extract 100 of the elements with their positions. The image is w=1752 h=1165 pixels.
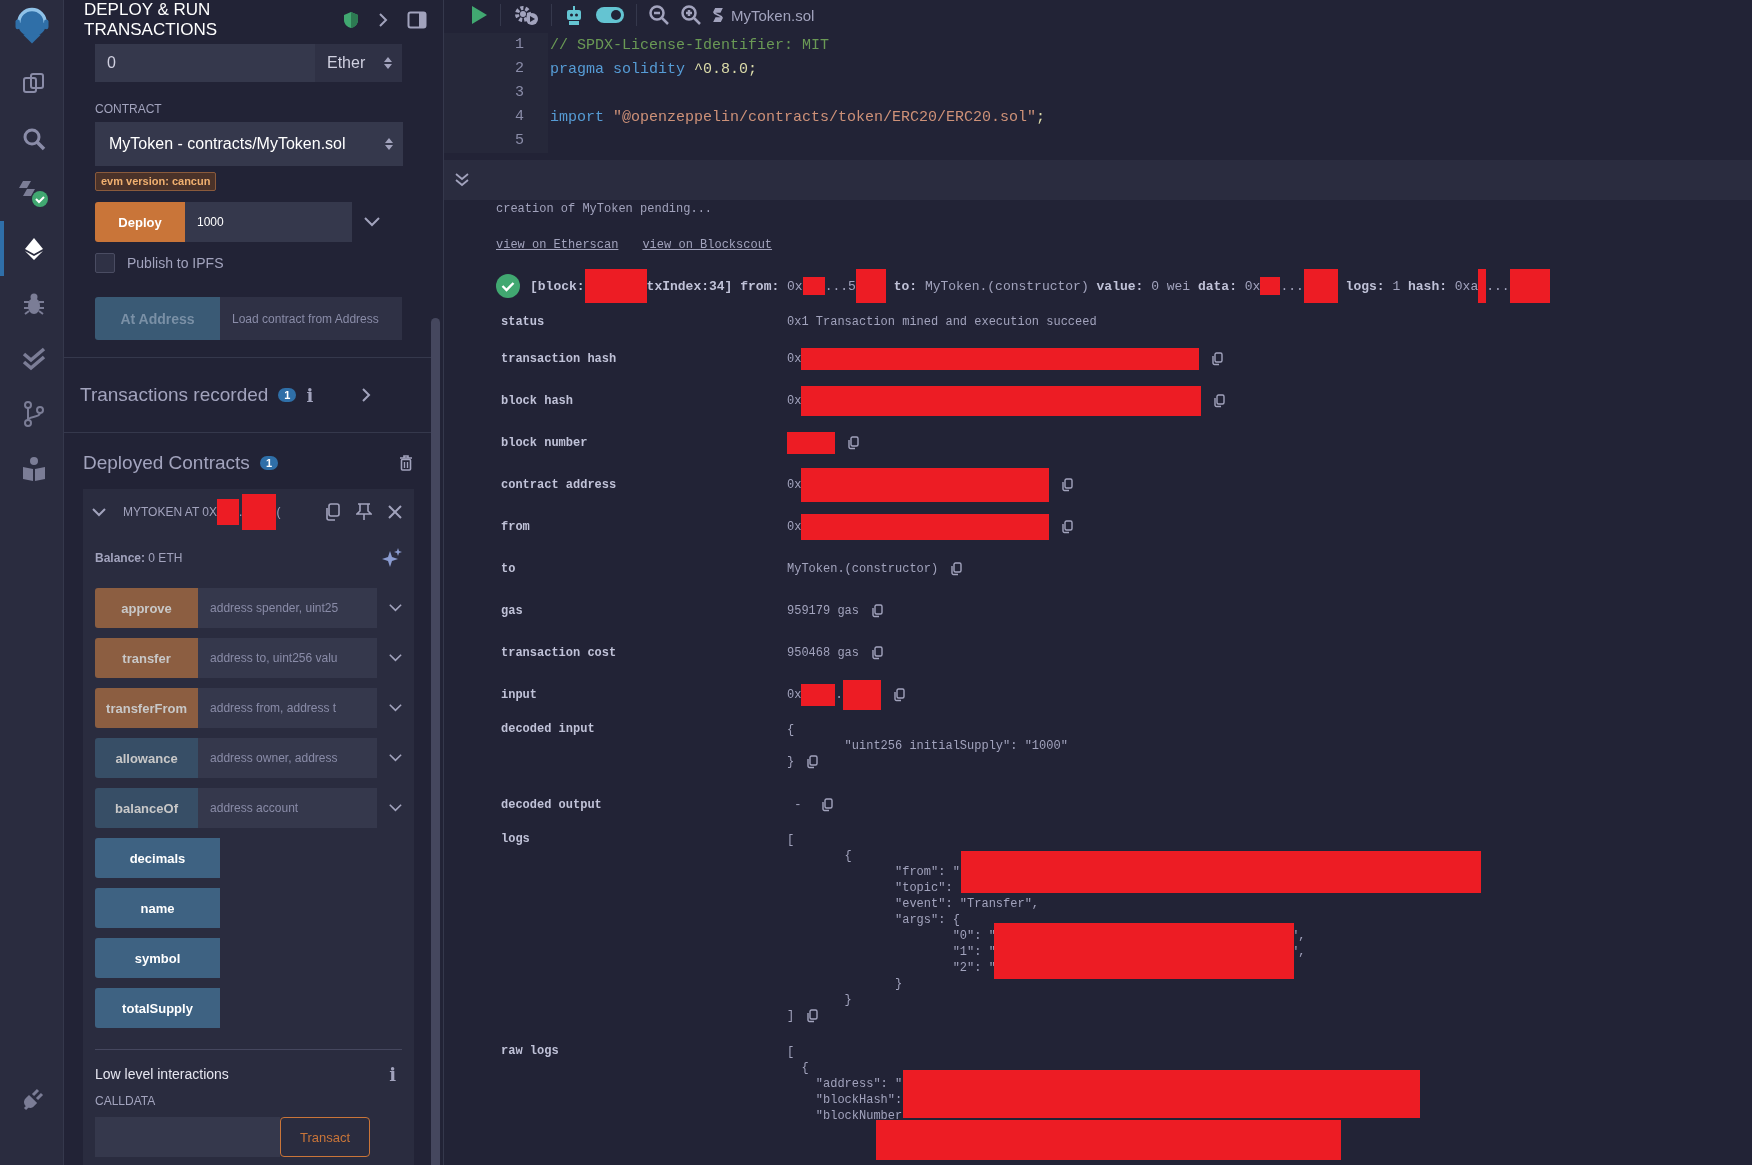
redaction-mark xyxy=(842,680,881,710)
unit-select[interactable]: Ether xyxy=(315,44,402,82)
redaction-mark xyxy=(1303,269,1338,303)
info-icon[interactable]: i xyxy=(389,1063,396,1085)
double-chevron-down-icon[interactable] xyxy=(454,172,470,188)
chevron-down-icon[interactable] xyxy=(389,703,402,713)
close-icon[interactable] xyxy=(388,505,402,519)
log-text: 0x xyxy=(1243,278,1261,294)
redaction-mark xyxy=(802,277,825,295)
copy-icon[interactable] xyxy=(806,755,819,769)
field-label: to xyxy=(501,562,517,576)
file-tab[interactable]: MyToken.sol xyxy=(713,6,815,24)
scrollbar[interactable] xyxy=(431,318,440,1165)
function-button[interactable]: approve xyxy=(95,588,199,628)
redaction-mark xyxy=(1509,269,1550,303)
copy-icon[interactable] xyxy=(1213,394,1226,408)
json-line: } xyxy=(787,755,795,769)
chevron-down-icon[interactable] xyxy=(389,803,402,813)
copy-icon[interactable] xyxy=(1211,352,1224,366)
value-field[interactable]: 0 xyxy=(95,44,315,82)
explorer-link[interactable]: view on Blockscout xyxy=(642,238,773,252)
json-line: "2": " xyxy=(951,961,996,975)
panel-toggle-icon[interactable] xyxy=(407,11,427,29)
field-value: - xyxy=(793,798,803,812)
chevron-down-icon[interactable] xyxy=(389,653,402,663)
pin-icon[interactable] xyxy=(356,503,372,521)
chevron-right-icon[interactable] xyxy=(361,387,371,403)
function-button[interactable]: totalSupply xyxy=(95,988,220,1028)
log-text: 1 xyxy=(1391,278,1402,294)
sort-icon xyxy=(385,138,393,150)
copy-icon[interactable] xyxy=(871,604,883,618)
toggle-switch[interactable] xyxy=(596,7,624,23)
count-badge: 1 xyxy=(259,456,278,470)
transact-button[interactable]: Transact xyxy=(280,1117,370,1157)
copy-icon[interactable] xyxy=(806,1009,819,1023)
zoom-out-icon[interactable] xyxy=(649,5,669,25)
field-value: . xyxy=(835,688,843,702)
copy-icon[interactable] xyxy=(820,798,833,812)
json-line: "blockNumber xyxy=(814,1109,903,1123)
log-text: 0x xyxy=(786,278,803,294)
field-label: transaction hash xyxy=(501,352,618,366)
json-line: { xyxy=(843,849,852,863)
arguments-input[interactable]: address spender, uint25 xyxy=(198,588,378,628)
copy-icon[interactable] xyxy=(847,436,859,450)
arguments-input[interactable]: address account xyxy=(198,788,378,828)
function-button[interactable]: decimals xyxy=(95,838,220,878)
robot-icon[interactable] xyxy=(564,5,584,25)
field-value: 0x xyxy=(787,394,802,408)
copy-icon[interactable] xyxy=(1061,478,1074,492)
arguments-input[interactable]: address to, uint256 valu xyxy=(198,638,378,678)
log-text: from: xyxy=(739,278,780,294)
copy-icon[interactable] xyxy=(950,562,963,576)
field-label: gas xyxy=(501,604,524,618)
deploy-button[interactable]: Deploy xyxy=(95,202,185,242)
field-value: 0x xyxy=(787,478,802,492)
chevron-right-icon[interactable] xyxy=(377,12,389,28)
arguments-input[interactable]: address owner, address xyxy=(198,738,378,778)
function-button[interactable]: transferFrom xyxy=(95,688,199,728)
sparkle-icon[interactable] xyxy=(382,548,402,568)
book-reader-icon xyxy=(20,455,47,482)
function-button[interactable]: balanceOf xyxy=(95,788,199,828)
redaction-mark xyxy=(1478,269,1487,303)
json-line: "from": " xyxy=(894,865,960,879)
chevron-down-icon[interactable] xyxy=(364,217,380,227)
code-line: import "@openzeppelin/contracts/token/ERC20/ERC20.sol"; xyxy=(549,108,1046,126)
log-text: creation of MyToken pending... xyxy=(496,202,713,216)
contract-select[interactable]: MyToken - contracts/MyToken.sol xyxy=(95,122,403,166)
field-label: transaction cost xyxy=(501,646,618,660)
constructor-input[interactable]: 1000 xyxy=(185,202,352,242)
field-value: MyToken.(constructor) xyxy=(787,562,939,576)
info-icon[interactable]: i xyxy=(306,384,314,406)
gear-play-icon[interactable] xyxy=(513,4,539,26)
function-button[interactable]: symbol xyxy=(95,938,220,978)
copy-icon[interactable] xyxy=(324,503,340,521)
json-line: "event": "Transfer", xyxy=(894,897,1040,911)
field-label: block hash xyxy=(501,394,574,408)
calldata-input[interactable] xyxy=(95,1117,280,1157)
transactions-recorded-label: Transactions recorded xyxy=(80,384,269,406)
function-button[interactable]: name xyxy=(95,888,220,928)
shield-icon[interactable] xyxy=(343,11,359,29)
function-button[interactable]: transfer xyxy=(95,638,199,678)
play-icon[interactable] xyxy=(470,5,488,25)
field-value: 950468 gas xyxy=(787,646,859,660)
arguments-input[interactable]: address from, address t xyxy=(198,688,378,728)
zoom-in-icon[interactable] xyxy=(681,5,701,25)
function-button[interactable]: allowance xyxy=(95,738,199,778)
publish-checkbox[interactable] xyxy=(95,253,115,273)
chevron-down-icon[interactable] xyxy=(389,753,402,763)
json-line: "args": { xyxy=(894,913,960,927)
sort-icon xyxy=(384,57,392,69)
publish-label: Publish to IPFS xyxy=(127,255,224,271)
evm-version-badge: evm version: cancun xyxy=(95,172,217,191)
copy-icon[interactable] xyxy=(1061,520,1074,534)
copy-icon[interactable] xyxy=(871,646,883,660)
json-line: "blockHash": xyxy=(814,1093,903,1107)
chevron-down-icon[interactable] xyxy=(389,603,402,613)
copy-icon[interactable] xyxy=(892,688,905,702)
redaction-mark xyxy=(217,499,240,525)
trash-icon[interactable] xyxy=(399,455,413,471)
explorer-link[interactable]: view on Etherscan xyxy=(496,238,619,252)
